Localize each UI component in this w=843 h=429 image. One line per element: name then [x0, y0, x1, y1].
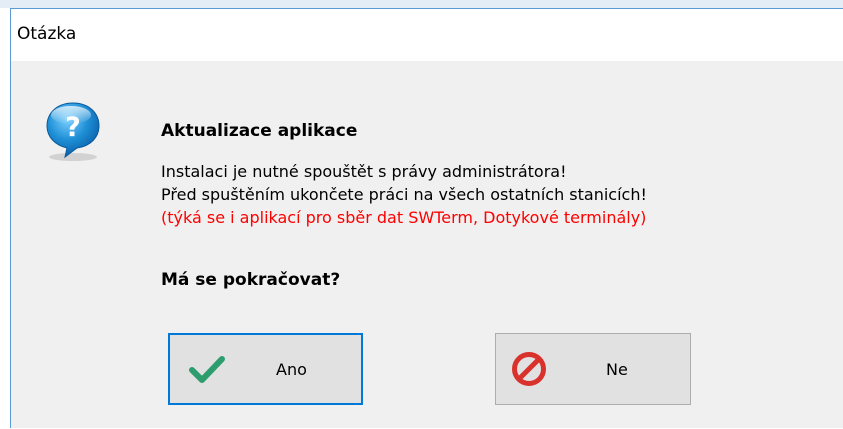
message-heading: Aktualizace aplikace [161, 121, 358, 141]
yes-button-label: Ano [276, 359, 307, 379]
question-dialog: Otázka ? Aktualizace aplikace Instalaci … [10, 8, 843, 428]
title-bar[interactable]: Otázka [11, 9, 843, 61]
window-title: Otázka [17, 24, 77, 44]
message-warning-line: (týká se i aplikací pro sběr dat SWTerm,… [161, 208, 647, 227]
desktop-background [0, 0, 843, 8]
no-button[interactable]: Ne [495, 333, 691, 405]
message-line-2: Před spuštěním ukončete práci na všech o… [161, 185, 647, 204]
no-button-label: Ne [606, 359, 628, 379]
prohibited-icon [512, 352, 546, 386]
message-line-1: Instalaci je nutné spouštět s právy admi… [161, 162, 567, 181]
confirmation-prompt: Má se pokračovat? [161, 270, 341, 290]
checkmark-icon [189, 356, 225, 383]
question-bubble-icon: ? [46, 102, 100, 161]
yes-button[interactable]: Ano [168, 333, 363, 405]
dialog-content: ? Aktualizace aplikace Instalaci je nutn… [11, 61, 843, 429]
svg-text:?: ? [65, 112, 81, 143]
